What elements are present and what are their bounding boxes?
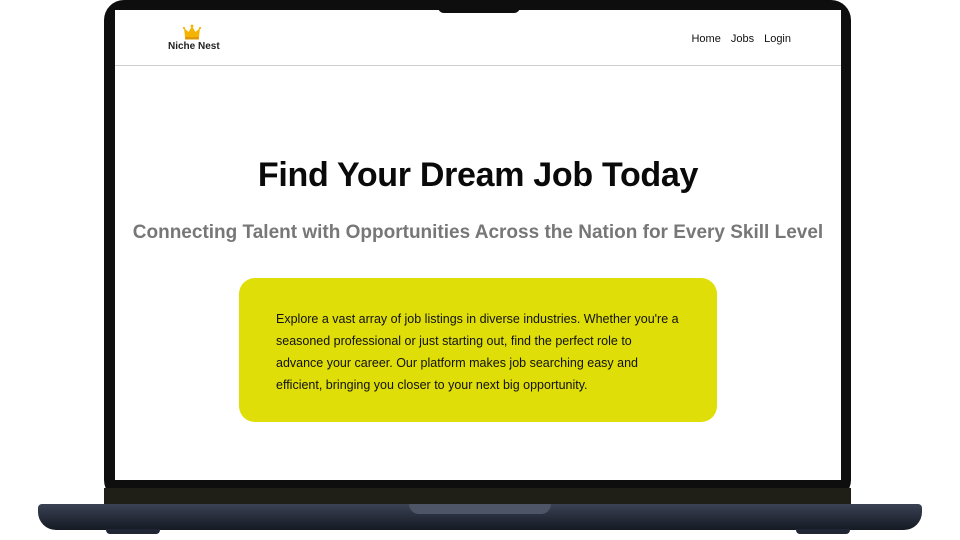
- info-card: Explore a vast array of job listings in …: [239, 278, 717, 422]
- info-text: Explore a vast array of job listings in …: [276, 312, 679, 392]
- brand-name: Niche Nest: [168, 41, 220, 52]
- laptop-base-groove: [409, 504, 551, 514]
- navbar: Niche Nest Home Jobs Login: [115, 10, 841, 66]
- brand-logo[interactable]: Niche Nest: [168, 24, 220, 52]
- laptop-screen: Niche Nest Home Jobs Login Find Your Dre…: [115, 10, 841, 480]
- nav-link-home[interactable]: Home: [691, 33, 720, 45]
- laptop-foot-right: [796, 529, 850, 534]
- hero-subtitle: Connecting Talent with Opportunities Acr…: [132, 222, 824, 243]
- laptop-foot-left: [106, 529, 160, 534]
- hero-title: Find Your Dream Job Today: [257, 156, 699, 194]
- nav-link-login[interactable]: Login: [764, 33, 791, 45]
- nav-link-jobs[interactable]: Jobs: [731, 33, 754, 45]
- camera-notch: [438, 0, 520, 13]
- nav-menu: Home Jobs Login: [691, 33, 791, 45]
- crown-icon: [183, 24, 201, 40]
